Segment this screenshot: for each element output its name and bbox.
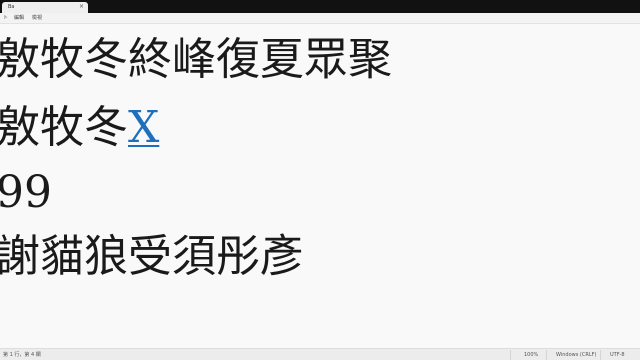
close-icon[interactable]: × (79, 4, 84, 10)
title-bar: Ba × (0, 0, 640, 13)
line-text: 敫牧冬終峰復夏眾聚 (0, 34, 392, 85)
status-divider (546, 350, 547, 360)
zoom-level[interactable]: 100% (524, 352, 538, 358)
editor-line: 敫牧冬終峰復夏眾聚 (0, 34, 392, 86)
notepad-window: Ba × ト 編輯 檢視 敫牧冬終峰復夏眾聚 敫牧冬X 99 謝貓狼受須彤彥 第… (0, 0, 640, 360)
menu-view[interactable]: 檢視 (32, 15, 42, 21)
text-editor[interactable]: 敫牧冬終峰復夏眾聚 敫牧冬X 99 謝貓狼受須彤彥 (0, 24, 640, 347)
tab-title: Ba (8, 4, 15, 10)
line-text: 99 (0, 167, 52, 218)
menu-file[interactable]: ト (3, 15, 8, 21)
status-bar: 第 1 行，第 4 欄 100% Windows (CRLF) UTF-8 (0, 348, 640, 360)
line-text: 謝貓狼受須彤彥 (0, 231, 304, 282)
hyperlink[interactable]: X (128, 102, 159, 153)
editor-line: 謝貓狼受須彤彥 (0, 231, 304, 283)
menu-bar: ト 編輯 檢視 (0, 13, 640, 24)
line-text: 敫牧冬 (0, 102, 128, 153)
editor-line: 敫牧冬X (0, 102, 159, 154)
status-divider (600, 350, 601, 360)
menu-edit[interactable]: 編輯 (14, 15, 24, 21)
editor-line: 99 (0, 167, 52, 219)
cursor-position: 第 1 行，第 4 欄 (3, 352, 41, 358)
line-ending[interactable]: Windows (CRLF) (556, 352, 596, 358)
status-divider (510, 350, 511, 360)
document-tab[interactable]: Ba × (2, 2, 88, 13)
encoding[interactable]: UTF-8 (610, 352, 625, 358)
